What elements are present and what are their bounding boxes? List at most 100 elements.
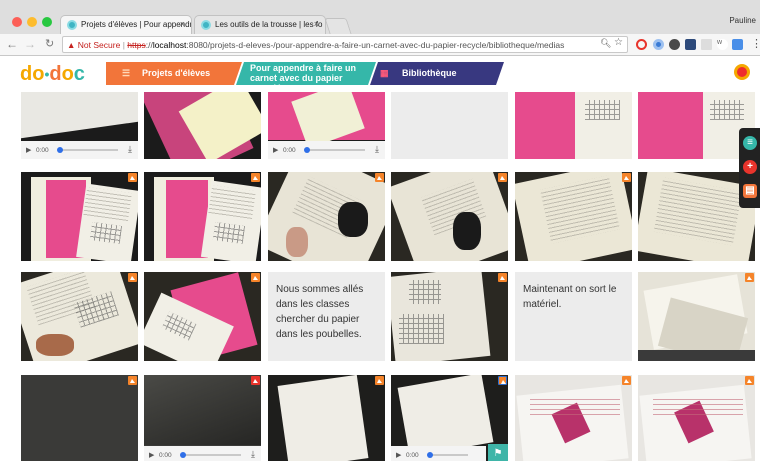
media-image[interactable] [21, 172, 138, 261]
media-text-note[interactable]: Nous sommes allés dans les classes cherc… [268, 272, 385, 361]
close-tab-icon[interactable]: × [180, 19, 185, 29]
media-image[interactable] [391, 172, 508, 261]
seek-bar[interactable] [305, 149, 365, 151]
seek-handle[interactable] [427, 452, 433, 458]
media-image[interactable] [638, 92, 755, 159]
media-image[interactable] [515, 92, 632, 159]
seek-handle[interactable] [57, 147, 63, 153]
audio-player[interactable]: ▶ 0:00 ⤓ [21, 141, 138, 159]
download-icon[interactable]: ⤓ [251, 449, 255, 460]
grid-icon: ▦ [380, 68, 389, 78]
media-image[interactable] [638, 375, 755, 461]
grid-icon: ☰ [122, 68, 131, 78]
image-type-icon [745, 273, 754, 282]
media-image[interactable] [638, 172, 755, 261]
image-type-icon [745, 376, 754, 385]
url-path: :8080/projets-d-eleves-/pour-appendre-a-… [186, 40, 565, 50]
media-image[interactable] [144, 272, 261, 361]
play-icon[interactable]: ▶ [26, 146, 31, 154]
seek-bar[interactable] [58, 149, 118, 151]
media-image[interactable] [268, 375, 385, 461]
media-image[interactable] [515, 172, 632, 261]
url-scheme: https [127, 40, 146, 50]
media-image[interactable] [21, 272, 138, 361]
media-video[interactable]: ▶ 0:00 ⤓ [268, 92, 385, 159]
download-icon[interactable]: ⤓ [128, 144, 132, 155]
back-icon[interactable]: ← [6, 37, 18, 51]
address-bar[interactable]: ▲ Not Secure | https://localhost:8080/pr… [62, 36, 628, 53]
dodoc-logo[interactable]: do•doc [20, 63, 85, 85]
site-favicon-icon [67, 20, 77, 30]
browser-tab-bar: Projets d'élèves | Pour appendr × Les ou… [0, 0, 760, 34]
forward-icon[interactable]: → [24, 37, 36, 51]
media-image[interactable] [268, 172, 385, 261]
browser-tab-active[interactable]: Projets d'élèves | Pour appendr × [60, 15, 192, 34]
image-type-icon [622, 376, 631, 385]
image-type-icon [251, 173, 260, 182]
seek-handle[interactable] [304, 147, 310, 153]
media-image[interactable] [144, 92, 261, 159]
media-text-note[interactable]: Maintenant on sort le matériel. [515, 272, 632, 361]
image-type-icon [251, 273, 260, 282]
minimize-window-icon[interactable] [27, 17, 37, 27]
media-image[interactable] [144, 172, 261, 261]
media-text-note[interactable] [391, 92, 508, 159]
breadcrumb-projects[interactable]: ☰ Projets d'élèves [106, 62, 234, 85]
warning-icon: ▲ [67, 40, 76, 50]
image-type-icon [128, 376, 137, 385]
maximize-window-icon[interactable] [42, 17, 52, 27]
close-window-icon[interactable] [12, 17, 22, 27]
media-video[interactable]: ▶ 0:00 ⚑ [391, 375, 508, 461]
play-icon[interactable]: ▶ [149, 451, 154, 459]
side-toolbar: ≡ + ▤ [739, 128, 760, 208]
opera-extension-icon[interactable] [636, 39, 647, 50]
breadcrumb-library-label: Bibliothèque [402, 68, 457, 78]
media-image[interactable] [638, 272, 755, 361]
download-icon[interactable]: ⤓ [375, 144, 379, 155]
image-type-icon [128, 173, 137, 182]
media-image[interactable] [21, 375, 138, 461]
menu-icon[interactable]: ⋮ [751, 37, 760, 50]
security-label[interactable]: Not Secure [78, 40, 121, 50]
reload-icon[interactable]: ↻ [45, 37, 54, 50]
audio-player[interactable]: ▶ 0:00 [391, 446, 486, 461]
audio-player[interactable]: ▶ 0:00 ⤓ [268, 141, 385, 159]
media-video[interactable]: ▶ 0:00 ⤓ [21, 92, 138, 159]
browser-tab[interactable]: Les outils de la trousse | les fo × [194, 15, 326, 34]
seek-bar[interactable] [181, 454, 241, 456]
extension-icon[interactable]: w [717, 39, 728, 50]
extension-icon[interactable] [701, 39, 712, 50]
flag-icon[interactable]: ⚑ [488, 444, 508, 461]
media-image[interactable] [515, 375, 632, 461]
breadcrumb-library[interactable]: ▦ Bibliothèque [374, 62, 494, 85]
time-label: 0:00 [36, 147, 49, 154]
extension-icon[interactable] [732, 39, 743, 50]
seek-handle[interactable] [180, 452, 186, 458]
add-media-icon[interactable]: + [743, 160, 757, 174]
media-image[interactable] [391, 272, 508, 361]
profile-name[interactable]: Pauline [729, 16, 756, 25]
close-tab-icon[interactable]: × [314, 19, 319, 29]
zoom-icon[interactable]: 🔍︎ [600, 38, 611, 49]
extension-icon[interactable] [653, 39, 664, 50]
breadcrumb-projects-label: Projets d'élèves [142, 68, 211, 78]
media-grid: ▶ 0:00 ⤓ ▶ 0:00 ⤓ Nous sommes allés dans… [0, 92, 760, 461]
author-avatar[interactable] [734, 64, 750, 80]
bookmark-star-icon[interactable]: ☆ [614, 37, 623, 48]
tab-title: Projets d'élèves | Pour appendr [81, 20, 192, 29]
site-header: do•doc ☰ Projets d'élèves Pour appendre … [0, 56, 760, 93]
media-video[interactable]: ▶ 0:00 ⤓ [144, 375, 261, 461]
image-type-icon [498, 173, 507, 182]
seek-bar[interactable] [428, 454, 468, 456]
tab-title: Les outils de la trousse | les fo [215, 20, 323, 29]
play-icon[interactable]: ▶ [273, 146, 278, 154]
new-tab-button[interactable] [324, 18, 352, 34]
breadcrumb-project[interactable]: Pour appendre à faire un carnet avec du … [244, 62, 372, 93]
import-icon[interactable]: ▤ [743, 184, 757, 198]
extension-icon[interactable] [669, 39, 680, 50]
extension-icon[interactable] [685, 39, 696, 50]
add-text-icon[interactable]: ≡ [743, 136, 757, 150]
audio-player[interactable]: ▶ 0:00 ⤓ [144, 446, 261, 461]
play-icon[interactable]: ▶ [396, 451, 401, 459]
image-type-icon [498, 273, 507, 282]
